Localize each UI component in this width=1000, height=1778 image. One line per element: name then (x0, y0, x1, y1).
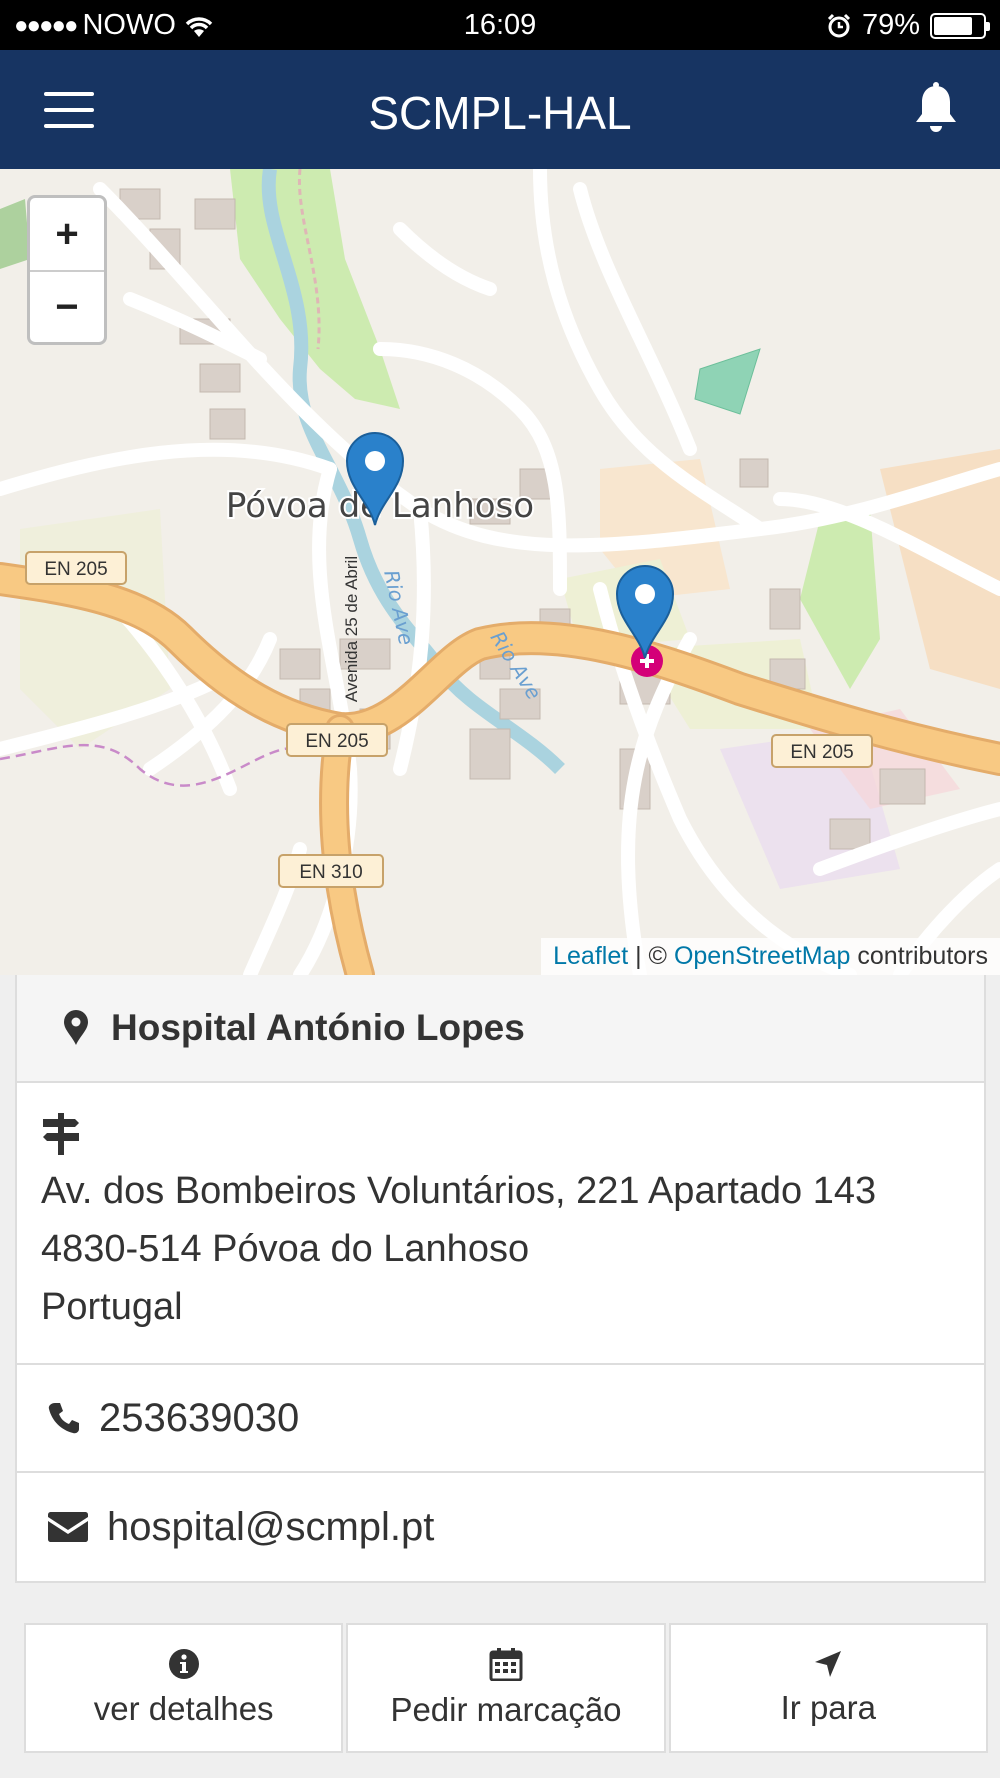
attribution-contributors: contributors (850, 942, 988, 970)
info-icon (168, 1649, 199, 1679)
app-header: SCMPL-HAL (0, 50, 1000, 169)
map-view[interactable]: EN 205 EN 205 EN 205 EN 310 Póvoa de Lan… (0, 169, 1000, 975)
map-tiles[interactable]: EN 205 EN 205 EN 205 EN 310 Póvoa de Lan… (0, 169, 1000, 975)
openstreetmap-link[interactable]: OpenStreetMap (674, 942, 851, 970)
road-label-en205-west: EN 205 (44, 559, 107, 580)
location-arrow-icon (815, 1651, 842, 1677)
email-row[interactable]: hospital@scmpl.pt (17, 1473, 984, 1581)
phone-row[interactable]: 253639030 (17, 1365, 984, 1473)
attribution-separator: | © (628, 942, 674, 970)
page-title: SCMPL-HAL (368, 87, 632, 139)
map-marker-hospital[interactable] (615, 564, 675, 660)
signpost-icon (43, 1113, 79, 1155)
map-pin-icon (64, 1010, 88, 1045)
zoom-in-button[interactable]: + (30, 198, 104, 270)
bell-icon[interactable] (906, 80, 966, 140)
go-to-label: Ir para (780, 1689, 876, 1726)
action-bar: ver detalhes Pedir marcação Ir para (24, 1623, 988, 1753)
request-appointment-label: Pedir marcação (390, 1691, 622, 1728)
request-appointment-button[interactable]: Pedir marcação (346, 1623, 666, 1753)
address-line-1: Av. dos Bombeiros Voluntários, 221 Apart… (41, 1170, 877, 1212)
calendar-icon (489, 1648, 523, 1681)
zoom-control: + − (27, 195, 107, 345)
zoom-out-button[interactable]: − (30, 270, 104, 342)
place-header: Hospital António Lopes (17, 975, 984, 1083)
view-details-button[interactable]: ver detalhes (24, 1623, 344, 1753)
phone-number[interactable]: 253639030 (99, 1396, 299, 1441)
phone-icon (48, 1403, 79, 1434)
alarm-icon (827, 13, 851, 37)
road-label-en205-center: EN 205 (305, 731, 368, 752)
street-label: Avenida 25 de Abril (342, 556, 361, 702)
battery-percent: 79% (861, 9, 920, 41)
status-bar: ●●●●● NOWO 16:09 79% (0, 0, 1000, 50)
envelope-icon (48, 1512, 88, 1542)
address-row: Av. dos Bombeiros Voluntários, 221 Apart… (17, 1083, 984, 1365)
address-line-2: 4830-514 Póvoa do Lanhoso (41, 1228, 530, 1270)
go-to-button[interactable]: Ir para (668, 1623, 988, 1753)
place-name: Hospital António Lopes (111, 1007, 525, 1048)
address-lines: Av. dos Bombeiros Voluntários, 221 Apart… (41, 1162, 960, 1336)
battery-icon (930, 12, 990, 39)
road-label-en310: EN 310 (299, 862, 362, 883)
map-attribution: Leaflet | © OpenStreetMap contributors (541, 938, 1000, 975)
battery-fill (934, 16, 972, 35)
road-label-en205-east: EN 205 (790, 742, 853, 763)
address-line-3: Portugal (41, 1286, 183, 1328)
map-marker-town[interactable] (345, 431, 405, 527)
view-details-label: ver detalhes (93, 1690, 274, 1727)
email-address[interactable]: hospital@scmpl.pt (107, 1505, 434, 1550)
leaflet-link[interactable]: Leaflet (553, 942, 628, 970)
place-card: Hospital António Lopes Av. dos Bombeiros… (15, 975, 986, 1583)
